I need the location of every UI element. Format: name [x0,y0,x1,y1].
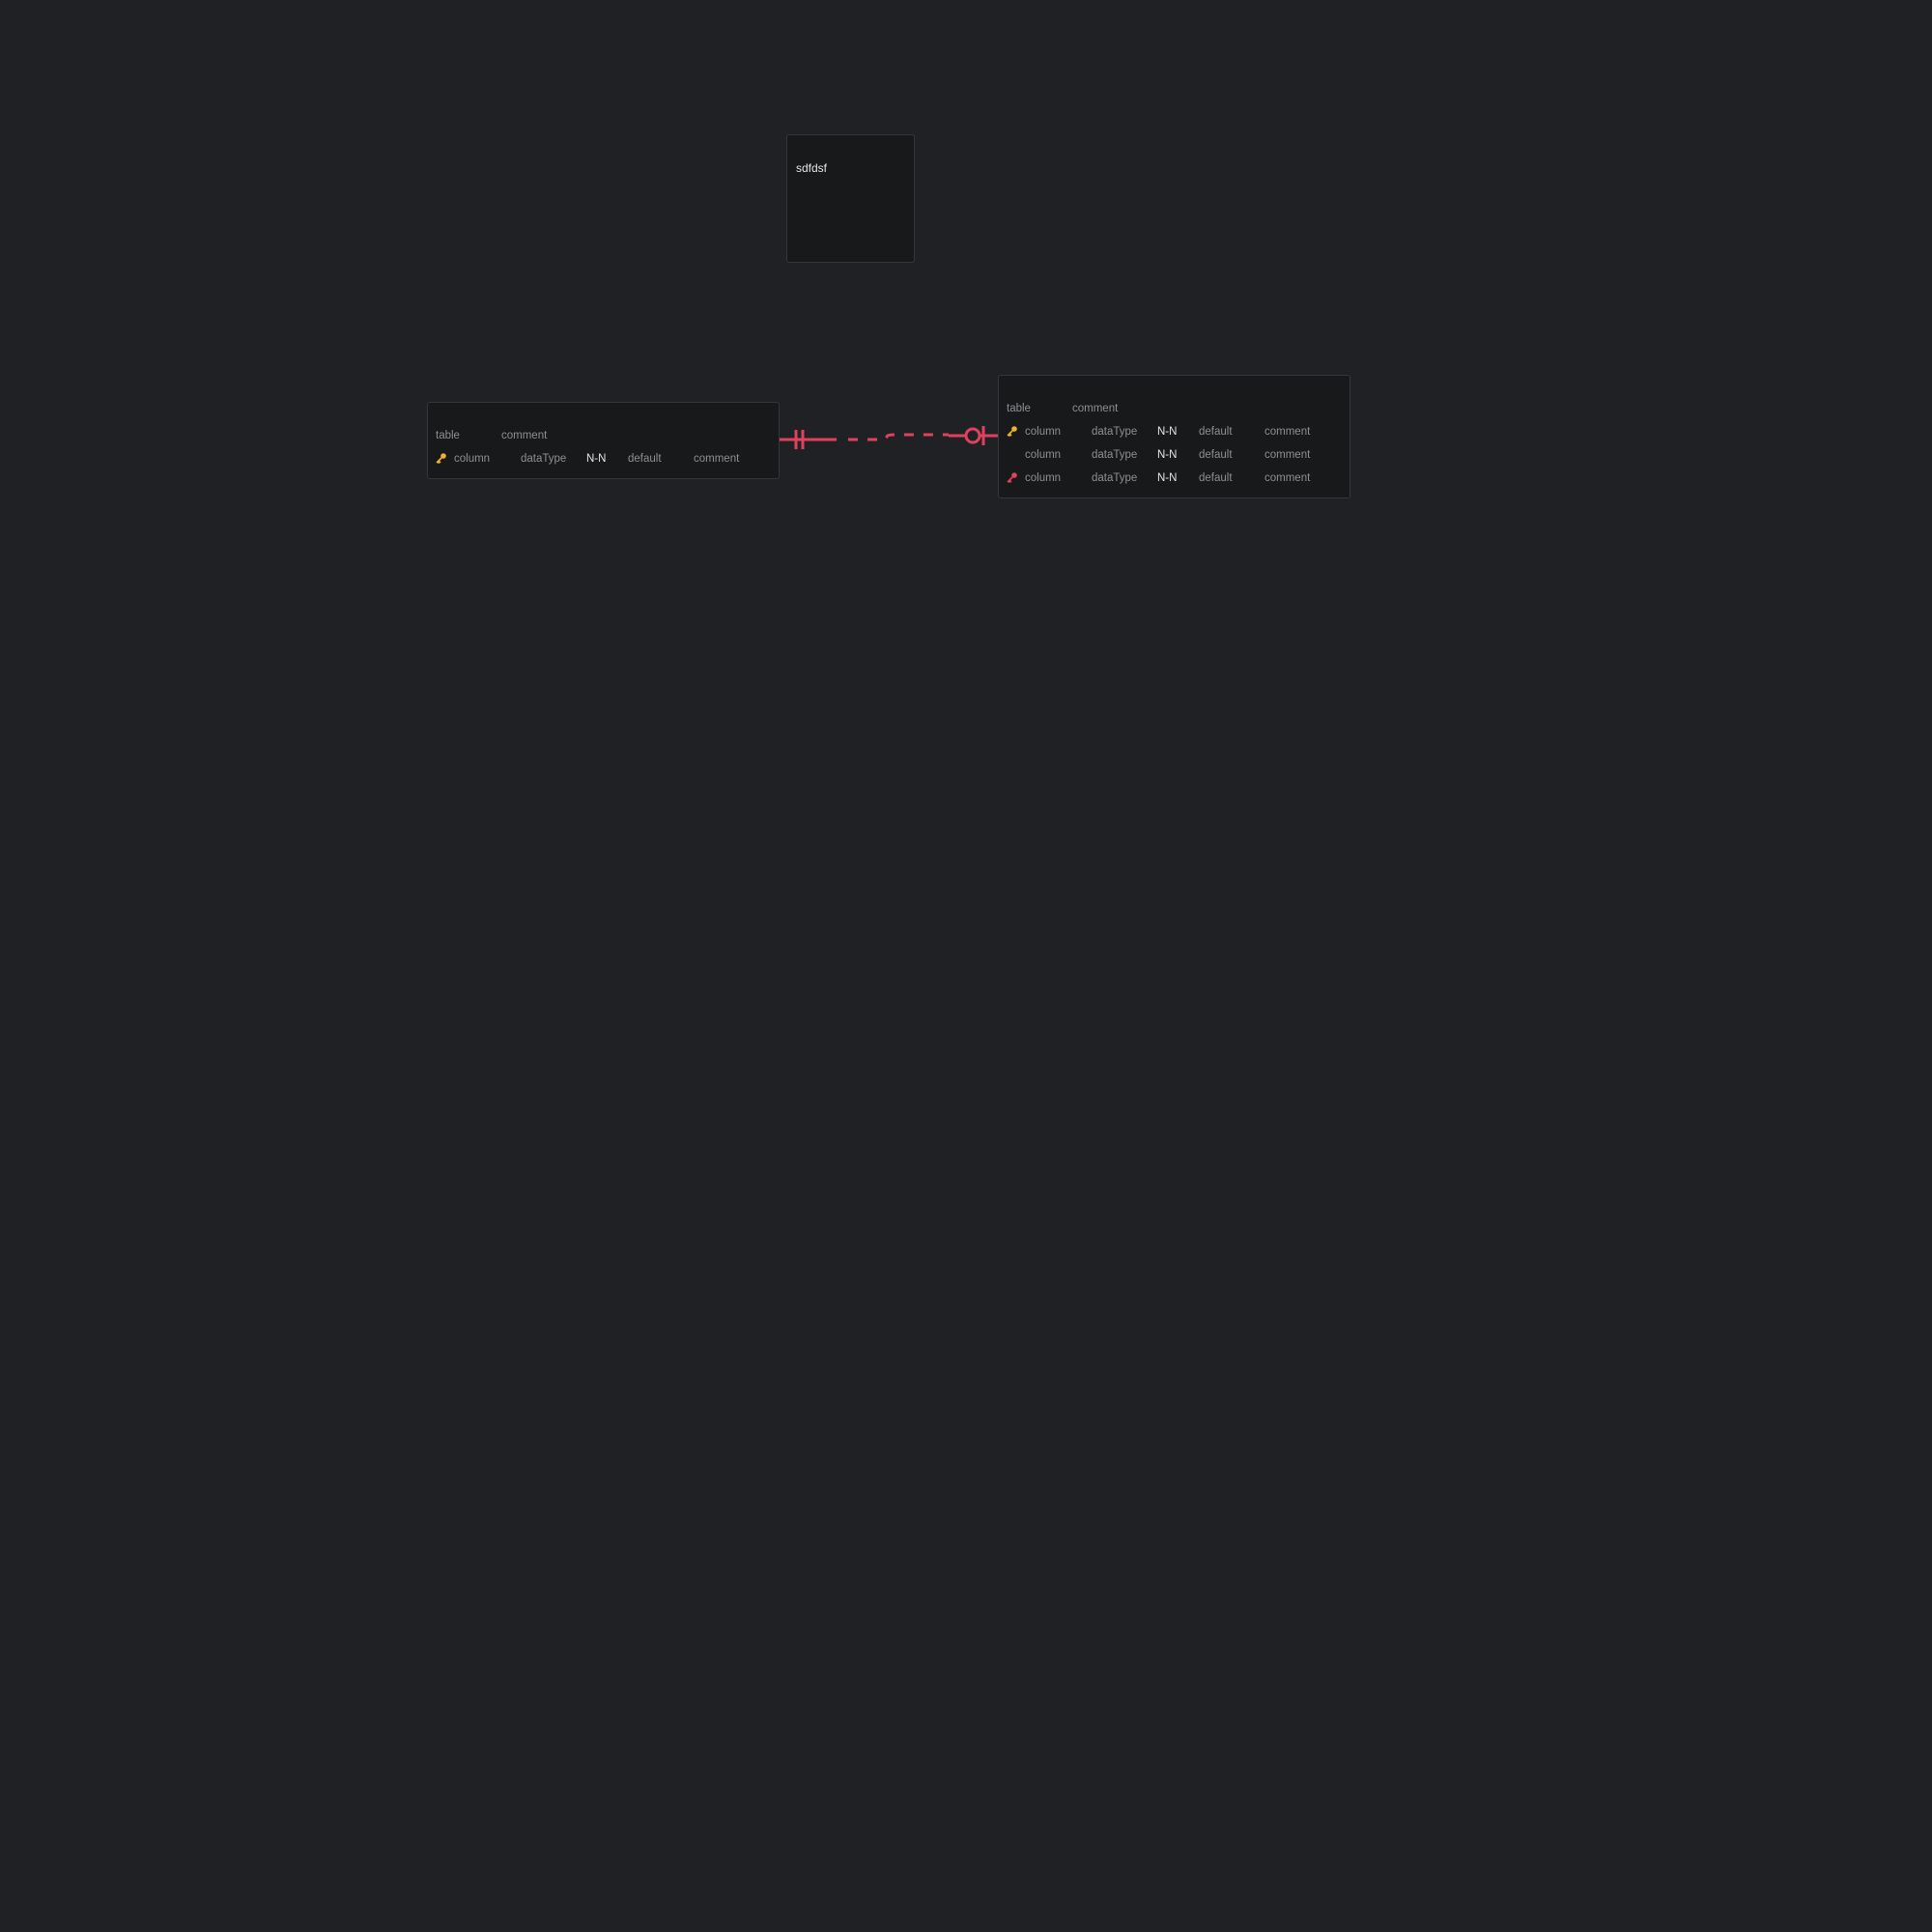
table-left[interactable]: table comment column dataType N-N defaul… [427,402,780,479]
table-comment[interactable]: comment [501,429,547,442]
memo-text[interactable]: sdfdsf [796,161,827,175]
column-comment[interactable]: comment [1264,448,1310,462]
column-default[interactable]: default [1199,448,1233,462]
primary-key-icon [436,452,447,464]
table-column-row[interactable]: column dataType N-N default comment [999,425,1350,444]
primary-key-icon [1007,425,1018,437]
column-name[interactable]: column [1025,425,1061,439]
column-default[interactable]: default [628,452,662,466]
table-column-row[interactable]: column dataType N-N default comment [999,448,1350,468]
table-comment[interactable]: comment [1072,402,1118,415]
table-column-row[interactable]: column dataType N-N default comment [999,471,1350,491]
table-column-row[interactable]: column dataType N-N default comment [428,452,779,471]
column-name[interactable]: column [1025,471,1061,485]
column-data-type[interactable]: dataType [521,452,566,466]
column-name[interactable]: column [1025,448,1061,462]
column-data-type[interactable]: dataType [1092,471,1137,485]
zero-circle [964,427,981,444]
table-header: table comment [428,429,779,448]
column-default[interactable]: default [1199,471,1233,485]
foreign-key-icon [1007,471,1018,483]
column-default[interactable]: default [1199,425,1233,439]
column-not-null[interactable]: N-N [586,452,606,466]
erd-canvas[interactable]: sdfdsf table comment column dataType N-N… [0,0,1932,1932]
table-name[interactable]: table [1007,402,1031,415]
relationship-dashed-path [848,433,949,441]
column-comment[interactable]: comment [1264,425,1310,439]
table-name[interactable]: table [436,429,460,442]
table-header: table comment [999,402,1350,421]
column-not-null[interactable]: N-N [1157,471,1177,485]
table-right[interactable]: table comment column dataType N-N defaul… [998,375,1350,498]
relationship-line[interactable] [0,0,1932,1932]
memo-note[interactable]: sdfdsf [786,134,915,263]
column-data-type[interactable]: dataType [1092,425,1137,439]
column-name[interactable]: column [454,452,490,466]
column-comment[interactable]: comment [694,452,739,466]
column-data-type[interactable]: dataType [1092,448,1137,462]
column-comment[interactable]: comment [1264,471,1310,485]
column-not-null[interactable]: N-N [1157,448,1177,462]
column-not-null[interactable]: N-N [1157,425,1177,439]
